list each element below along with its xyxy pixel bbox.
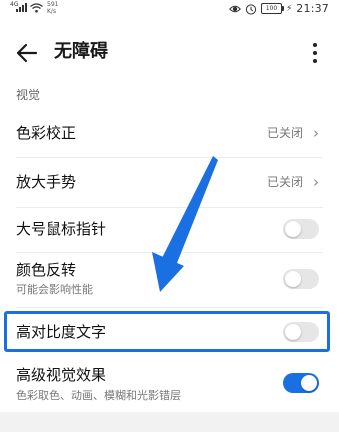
setting-advanced-visual-effects: 高级视觉效果 色彩取色、动画、模糊和光影错层 bbox=[0, 360, 339, 410]
charging-icon: ⚡ bbox=[285, 3, 293, 14]
advanced-visual-effects-toggle[interactable] bbox=[283, 373, 319, 393]
setting-label: 高级视觉效果 bbox=[16, 366, 107, 384]
alarm-icon bbox=[245, 3, 257, 15]
divider bbox=[16, 307, 323, 308]
network-speed: 591 K/s bbox=[47, 1, 58, 15]
setting-subtitle: 色彩取色、动画、模糊和光影错层 bbox=[16, 389, 181, 402]
setting-magnification-gesture[interactable]: 放大手势 已关闭 › bbox=[0, 162, 339, 202]
color-inversion-toggle[interactable] bbox=[283, 269, 319, 289]
arrow-left-icon[interactable] bbox=[14, 40, 40, 66]
large-pointer-toggle[interactable] bbox=[283, 219, 319, 239]
wifi-icon bbox=[30, 3, 43, 13]
divider bbox=[16, 252, 323, 253]
annotation-highlight-box bbox=[4, 311, 330, 352]
setting-label: 大号鼠标指针 bbox=[16, 220, 107, 238]
signal-icon: 4G bbox=[10, 2, 27, 14]
setting-label: 放大手势 bbox=[16, 173, 77, 191]
setting-label: 颜色反转 bbox=[16, 261, 77, 279]
divider bbox=[16, 157, 323, 158]
chevron-right-icon: › bbox=[313, 124, 319, 142]
page-title: 无障碍 bbox=[54, 41, 108, 62]
clock: 21:37 bbox=[296, 2, 329, 15]
app-bar: 无障碍 bbox=[0, 30, 339, 76]
setting-color-inversion: 颜色反转 可能会影响性能 bbox=[0, 255, 339, 305]
speed-unit: K/s bbox=[47, 8, 57, 15]
status-bar: 4G 591 K/s 100 ⚡ 21:37 bbox=[0, 0, 339, 20]
more-vertical-icon[interactable] bbox=[305, 39, 325, 67]
section-header-vision: 视觉 bbox=[16, 88, 41, 102]
setting-color-correction[interactable]: 色彩校正 已关闭 › bbox=[0, 113, 339, 153]
eye-icon bbox=[229, 5, 241, 12]
setting-label: 色彩校正 bbox=[16, 124, 77, 142]
chevron-right-icon: › bbox=[313, 173, 319, 191]
setting-large-pointer: 大号鼠标指针 bbox=[0, 211, 339, 249]
battery-level: 100 bbox=[265, 5, 278, 12]
setting-status: 已关闭 bbox=[266, 175, 303, 189]
setting-status: 已关闭 bbox=[266, 126, 303, 140]
divider bbox=[16, 207, 323, 208]
battery-icon: 100 bbox=[260, 3, 284, 14]
footer-band bbox=[0, 412, 339, 432]
setting-subtitle: 可能会影响性能 bbox=[16, 283, 93, 296]
speed-value: 591 bbox=[47, 1, 59, 8]
